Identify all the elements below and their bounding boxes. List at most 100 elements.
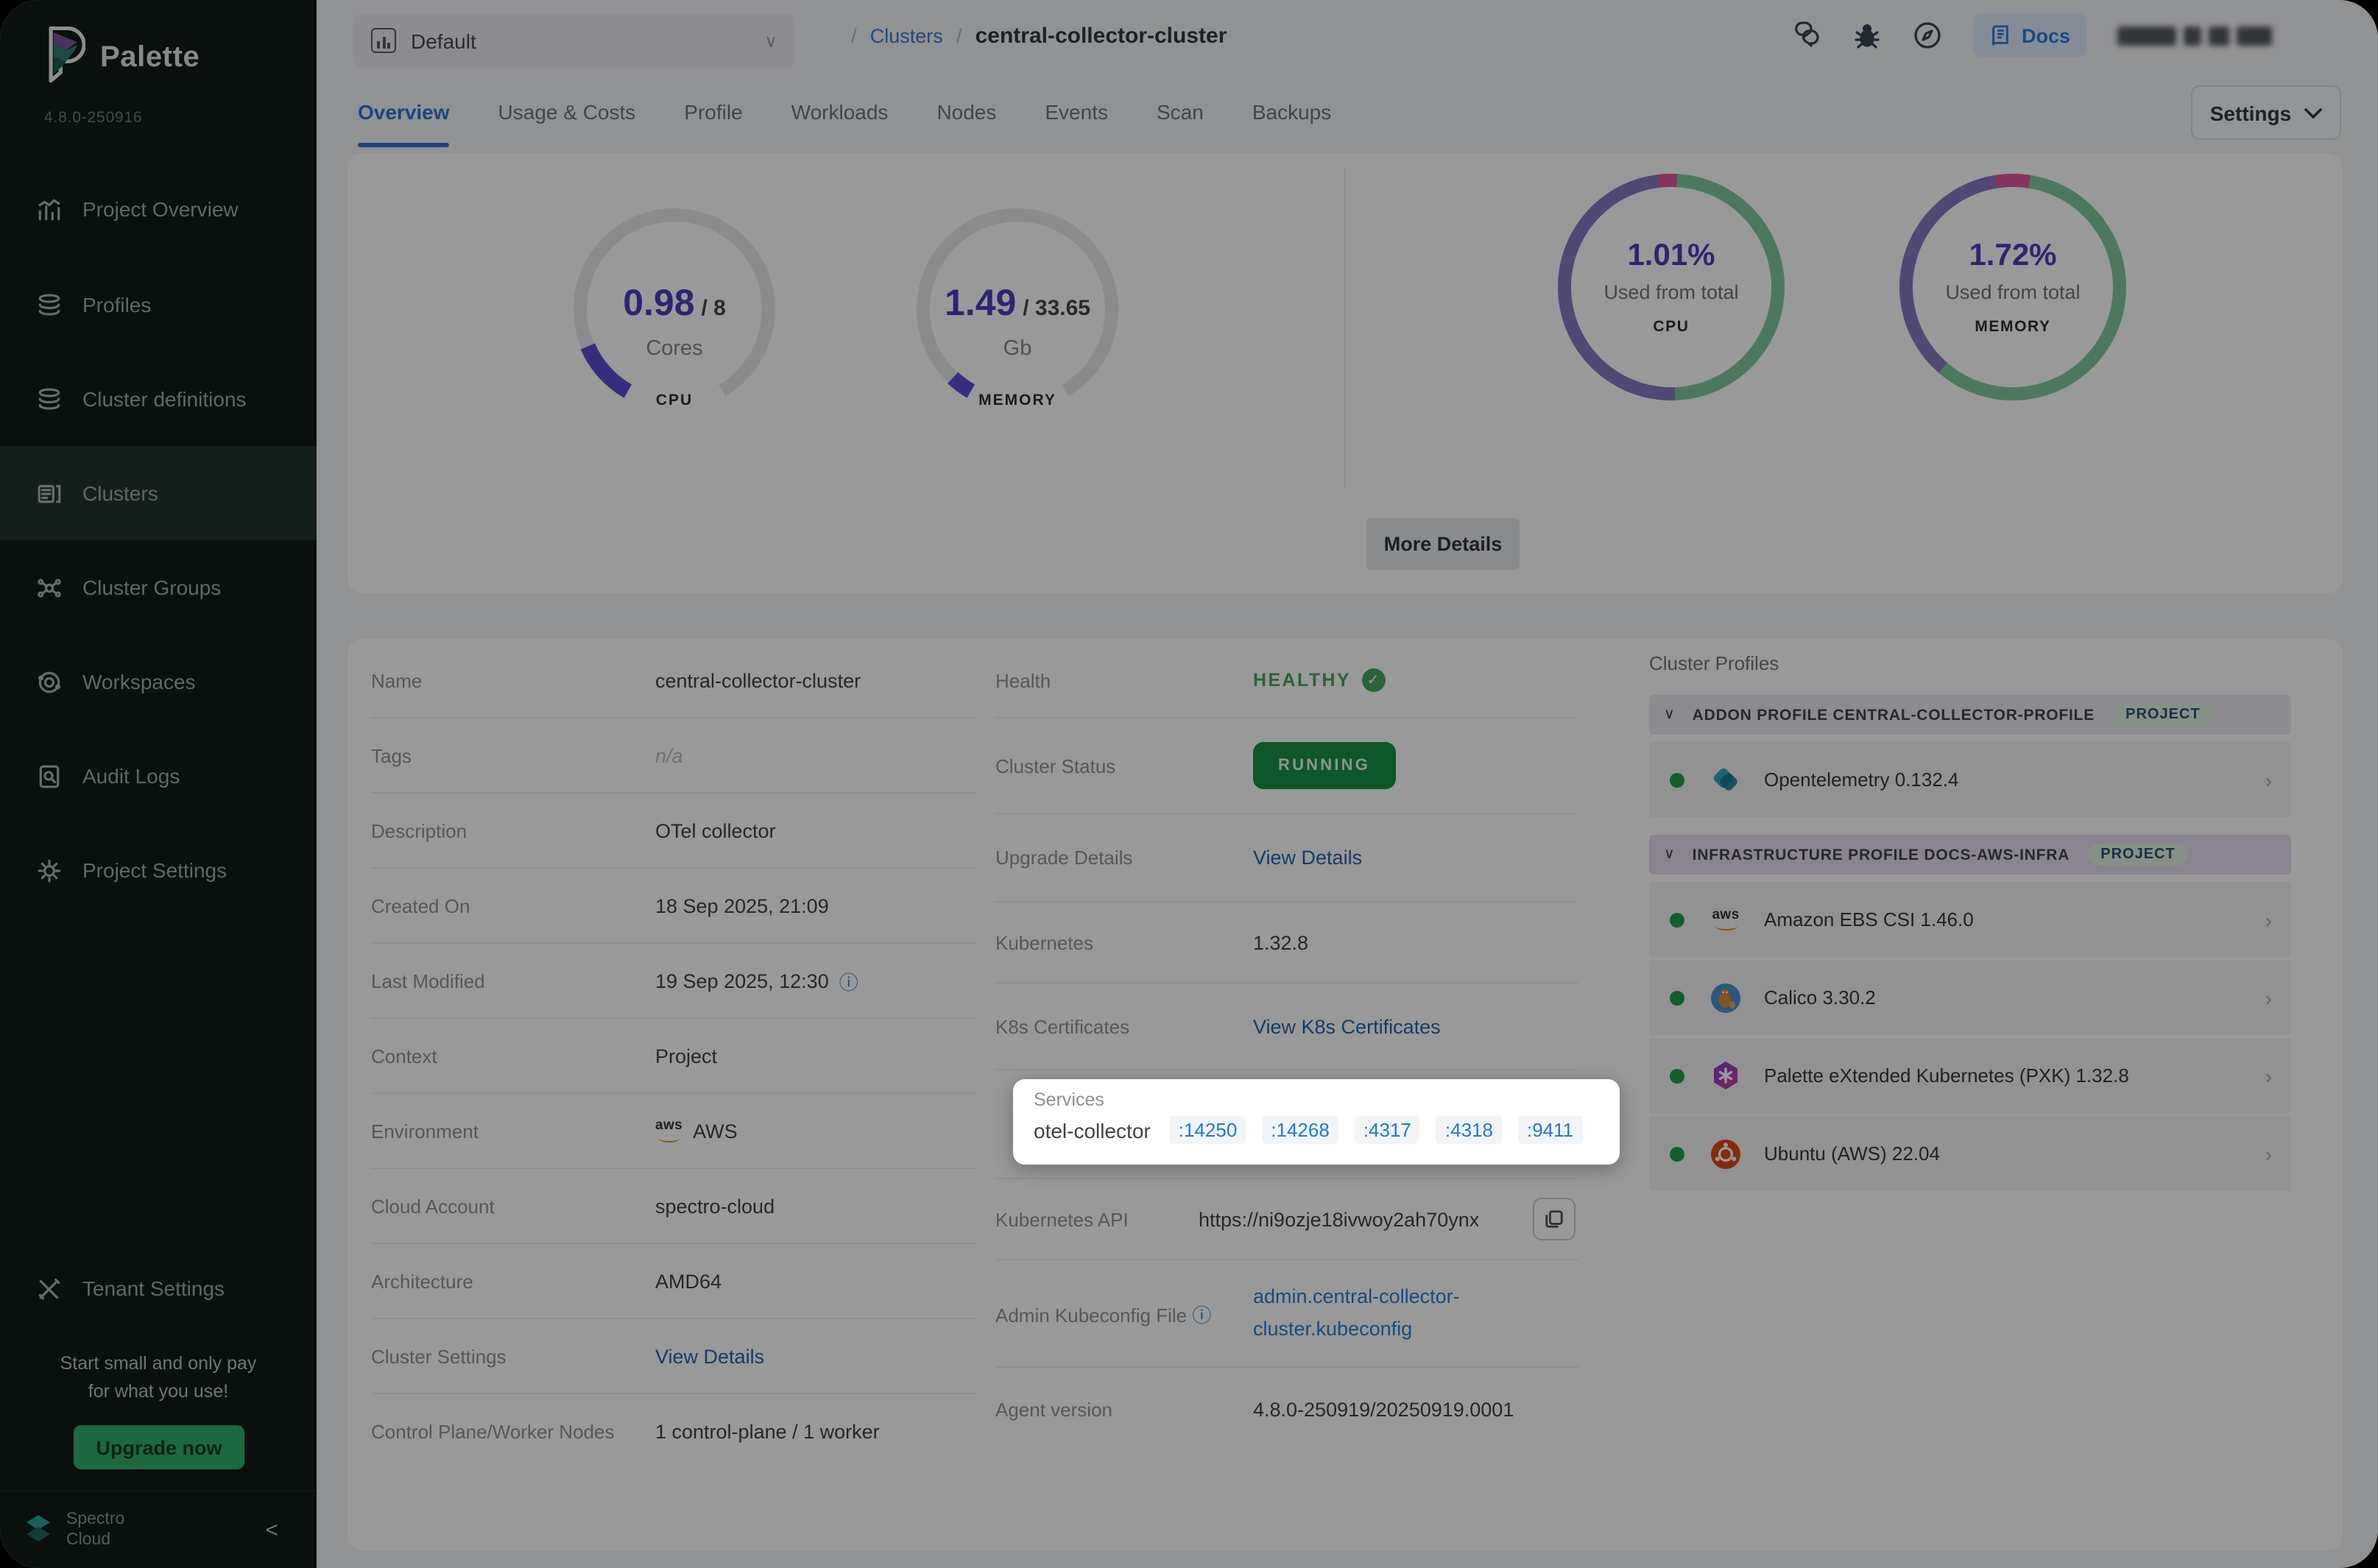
app-version: 4.8.0-250916	[44, 109, 142, 127]
username-redacted	[2117, 26, 2272, 45]
layers-icon	[35, 292, 62, 318]
upgrade-now-button[interactable]: Upgrade now	[74, 1425, 244, 1469]
explore-compass-icon[interactable]	[1913, 21, 1942, 50]
page-title: central-collector-cluster	[975, 23, 1227, 48]
sidebar-item-project-overview[interactable]: Project Overview	[0, 171, 317, 247]
row-agent-version: Agent version 4.8.0-250919/20250919.0001	[995, 1368, 1578, 1450]
palette-logo-icon	[41, 27, 85, 90]
info-icon[interactable]: ⓘ	[839, 967, 858, 995]
profile-row-ebs-csi[interactable]: aws Amazon EBS CSI 1.46.0 ›	[1649, 882, 2291, 957]
memory-gauge-unit: Gb	[870, 336, 1165, 362]
view-k8s-certificates-link[interactable]: View K8s Certificates	[1253, 1015, 1441, 1037]
status-dot	[1670, 772, 1684, 787]
infrastructure-profile-accordion[interactable]: ∨ INFRASTRUCTURE PROFILE DOCS-AWS-INFRA …	[1649, 835, 2291, 875]
sidebar-item-workspaces[interactable]: Workspaces	[0, 643, 317, 720]
project-scope-icon	[371, 28, 396, 53]
chevron-down-icon: ∨	[1664, 707, 1675, 723]
addon-profile-accordion[interactable]: ∨ ADDON PROFILE CENTRAL-COLLECTOR-PROFIL…	[1649, 695, 2291, 735]
services-label: Services	[1034, 1090, 1599, 1110]
ubuntu-icon	[1708, 1136, 1743, 1171]
row-name: Namecentral-collector-cluster	[371, 643, 978, 718]
project-badge: PROJECT	[2112, 704, 2213, 726]
upgrade-view-details-link[interactable]: View Details	[1253, 847, 1362, 869]
more-details-button[interactable]: More Details	[1366, 518, 1520, 570]
tab-profile[interactable]: Profile	[684, 77, 742, 147]
breadcrumb-clusters-link[interactable]: Clusters	[870, 24, 943, 46]
tab-scan[interactable]: Scan	[1157, 77, 1204, 147]
row-tags: Tagsn/a	[371, 718, 978, 794]
status-dot	[1670, 1146, 1684, 1161]
row-architecture: ArchitectureAMD64	[371, 1244, 978, 1319]
memory-usage-donut: 1.72% Used from total MEMORY	[1899, 174, 2126, 400]
cluster-profiles-panel: Cluster Profiles ∨ ADDON PROFILE CENTRAL…	[1649, 643, 2291, 1191]
row-admin-kubeconfig: Admin Kubeconfig File ⓘ admin.central-co…	[995, 1260, 1578, 1368]
cluster-info-column: Namecentral-collector-cluster Tagsn/a De…	[371, 643, 978, 1468]
cpu-usage-donut: 1.01% Used from total CPU	[1558, 174, 1785, 400]
tab-overview[interactable]: Overview	[358, 77, 450, 147]
palette-logo: Palette	[41, 27, 200, 90]
tab-workloads[interactable]: Workloads	[791, 77, 889, 147]
breadcrumb: / Clusters / central-collector-cluster	[851, 0, 1227, 71]
chevron-right-icon: ›	[2265, 908, 2272, 931]
service-port-link[interactable]: :4318	[1436, 1116, 1502, 1144]
spectro-cloud-logo: SpectroCloud	[0, 1508, 124, 1551]
profile-row-calico[interactable]: Calico 3.30.2 ›	[1649, 960, 2291, 1035]
tab-nodes[interactable]: Nodes	[936, 77, 996, 147]
row-cluster-settings: Cluster SettingsView Details	[371, 1319, 978, 1394]
sidebar-item-profiles[interactable]: Profiles	[0, 266, 317, 343]
docs-button[interactable]: Docs	[1973, 13, 2086, 57]
row-cluster-status: Cluster Status RUNNING	[995, 718, 1578, 814]
memory-gauge-label: MEMORY	[870, 386, 1165, 412]
row-k8s-certificates: K8s Certificates View K8s Certificates	[995, 983, 1578, 1070]
cpu-gauge-value: 0.98 / 8	[527, 283, 822, 325]
row-health: Health HEALTHY ✓	[995, 643, 1578, 718]
row-created-on: Created On18 Sep 2025, 21:09	[371, 869, 978, 944]
row-kubernetes: Kubernetes 1.32.8	[995, 903, 1578, 983]
profile-row-opentelemetry[interactable]: Opentelemetry 0.132.4 ›	[1649, 742, 2291, 817]
sidebar-item-cluster-definitions[interactable]: Cluster definitions	[0, 361, 317, 437]
row-cloud-account: Cloud Accountspectro-cloud	[371, 1169, 978, 1244]
service-port-link[interactable]: :9411	[1518, 1116, 1582, 1144]
services-spotlight: Services otel-collector :14250 :14268 :4…	[1013, 1079, 1620, 1165]
project-select[interactable]: Default ∨	[353, 13, 795, 68]
row-context: ContextProject	[371, 1019, 978, 1094]
service-port-link[interactable]: :14268	[1262, 1116, 1338, 1144]
row-upgrade-details: Upgrade Details View Details	[995, 814, 1578, 903]
row-kubernetes-api: Kubernetes API https://ni9ozje18ivwoy2ah…	[995, 1179, 1578, 1260]
settings-button[interactable]: Settings	[2191, 85, 2341, 140]
service-port-link[interactable]: :14250	[1170, 1116, 1246, 1144]
status-dot	[1670, 1068, 1684, 1083]
row-nodes: Control Plane/Worker Nodes1 control-plan…	[371, 1394, 978, 1468]
palette-app-window: Palette 4.8.0-250916 Project Overview Pr…	[0, 0, 2378, 1568]
memory-gauge-value: 1.49 / 33.65	[870, 283, 1165, 325]
topbar-actions: Docs	[1792, 0, 2272, 71]
project-select-value: Default	[411, 29, 749, 52]
sidebar-item-cluster-groups[interactable]: Cluster Groups	[0, 549, 317, 626]
row-description: DescriptionOTel collector	[371, 794, 978, 869]
tab-events[interactable]: Events	[1045, 77, 1108, 147]
sidebar-collapse-icon[interactable]: <	[265, 1517, 278, 1542]
sidebar-item-project-settings[interactable]: Project Settings	[0, 832, 317, 908]
kubeconfig-file-link[interactable]: admin.central-collector-cluster.kubeconf…	[1253, 1282, 1460, 1345]
sidebar: Palette 4.8.0-250916 Project Overview Pr…	[0, 0, 317, 1568]
cluster-settings-view-details-link[interactable]: View Details	[655, 1345, 764, 1367]
sidebar-item-audit-logs[interactable]: Audit Logs	[0, 738, 317, 814]
tab-usage-costs[interactable]: Usage & Costs	[498, 77, 636, 147]
service-port-link[interactable]: :4317	[1355, 1116, 1420, 1144]
profile-row-ubuntu[interactable]: Ubuntu (AWS) 22.04 ›	[1649, 1116, 2291, 1191]
card-divider	[1344, 168, 1346, 489]
info-icon[interactable]: ⓘ	[1192, 1304, 1211, 1326]
cluster-tabs: Overview Usage & Costs Profile Workloads…	[358, 77, 1331, 147]
chevron-right-icon: ›	[2265, 768, 2272, 791]
copy-icon[interactable]	[1533, 1198, 1576, 1240]
calico-icon	[1708, 980, 1743, 1015]
cluster-status-column: Health HEALTHY ✓ Cluster Status RUNNING …	[995, 643, 1578, 1450]
profile-row-pxk[interactable]: Palette eXtended Kubernetes (PXK) 1.32.8…	[1649, 1038, 2291, 1113]
feedback-chat-icon[interactable]	[1792, 21, 1821, 50]
aws-logo: aws	[1708, 902, 1743, 937]
report-bug-icon[interactable]	[1852, 21, 1882, 50]
tab-backups[interactable]: Backups	[1252, 77, 1331, 147]
sidebar-item-tenant-settings[interactable]: Tenant Settings	[0, 1250, 317, 1327]
cluster-groups-icon	[35, 574, 62, 601]
sidebar-item-clusters[interactable]: Clusters	[0, 446, 317, 540]
